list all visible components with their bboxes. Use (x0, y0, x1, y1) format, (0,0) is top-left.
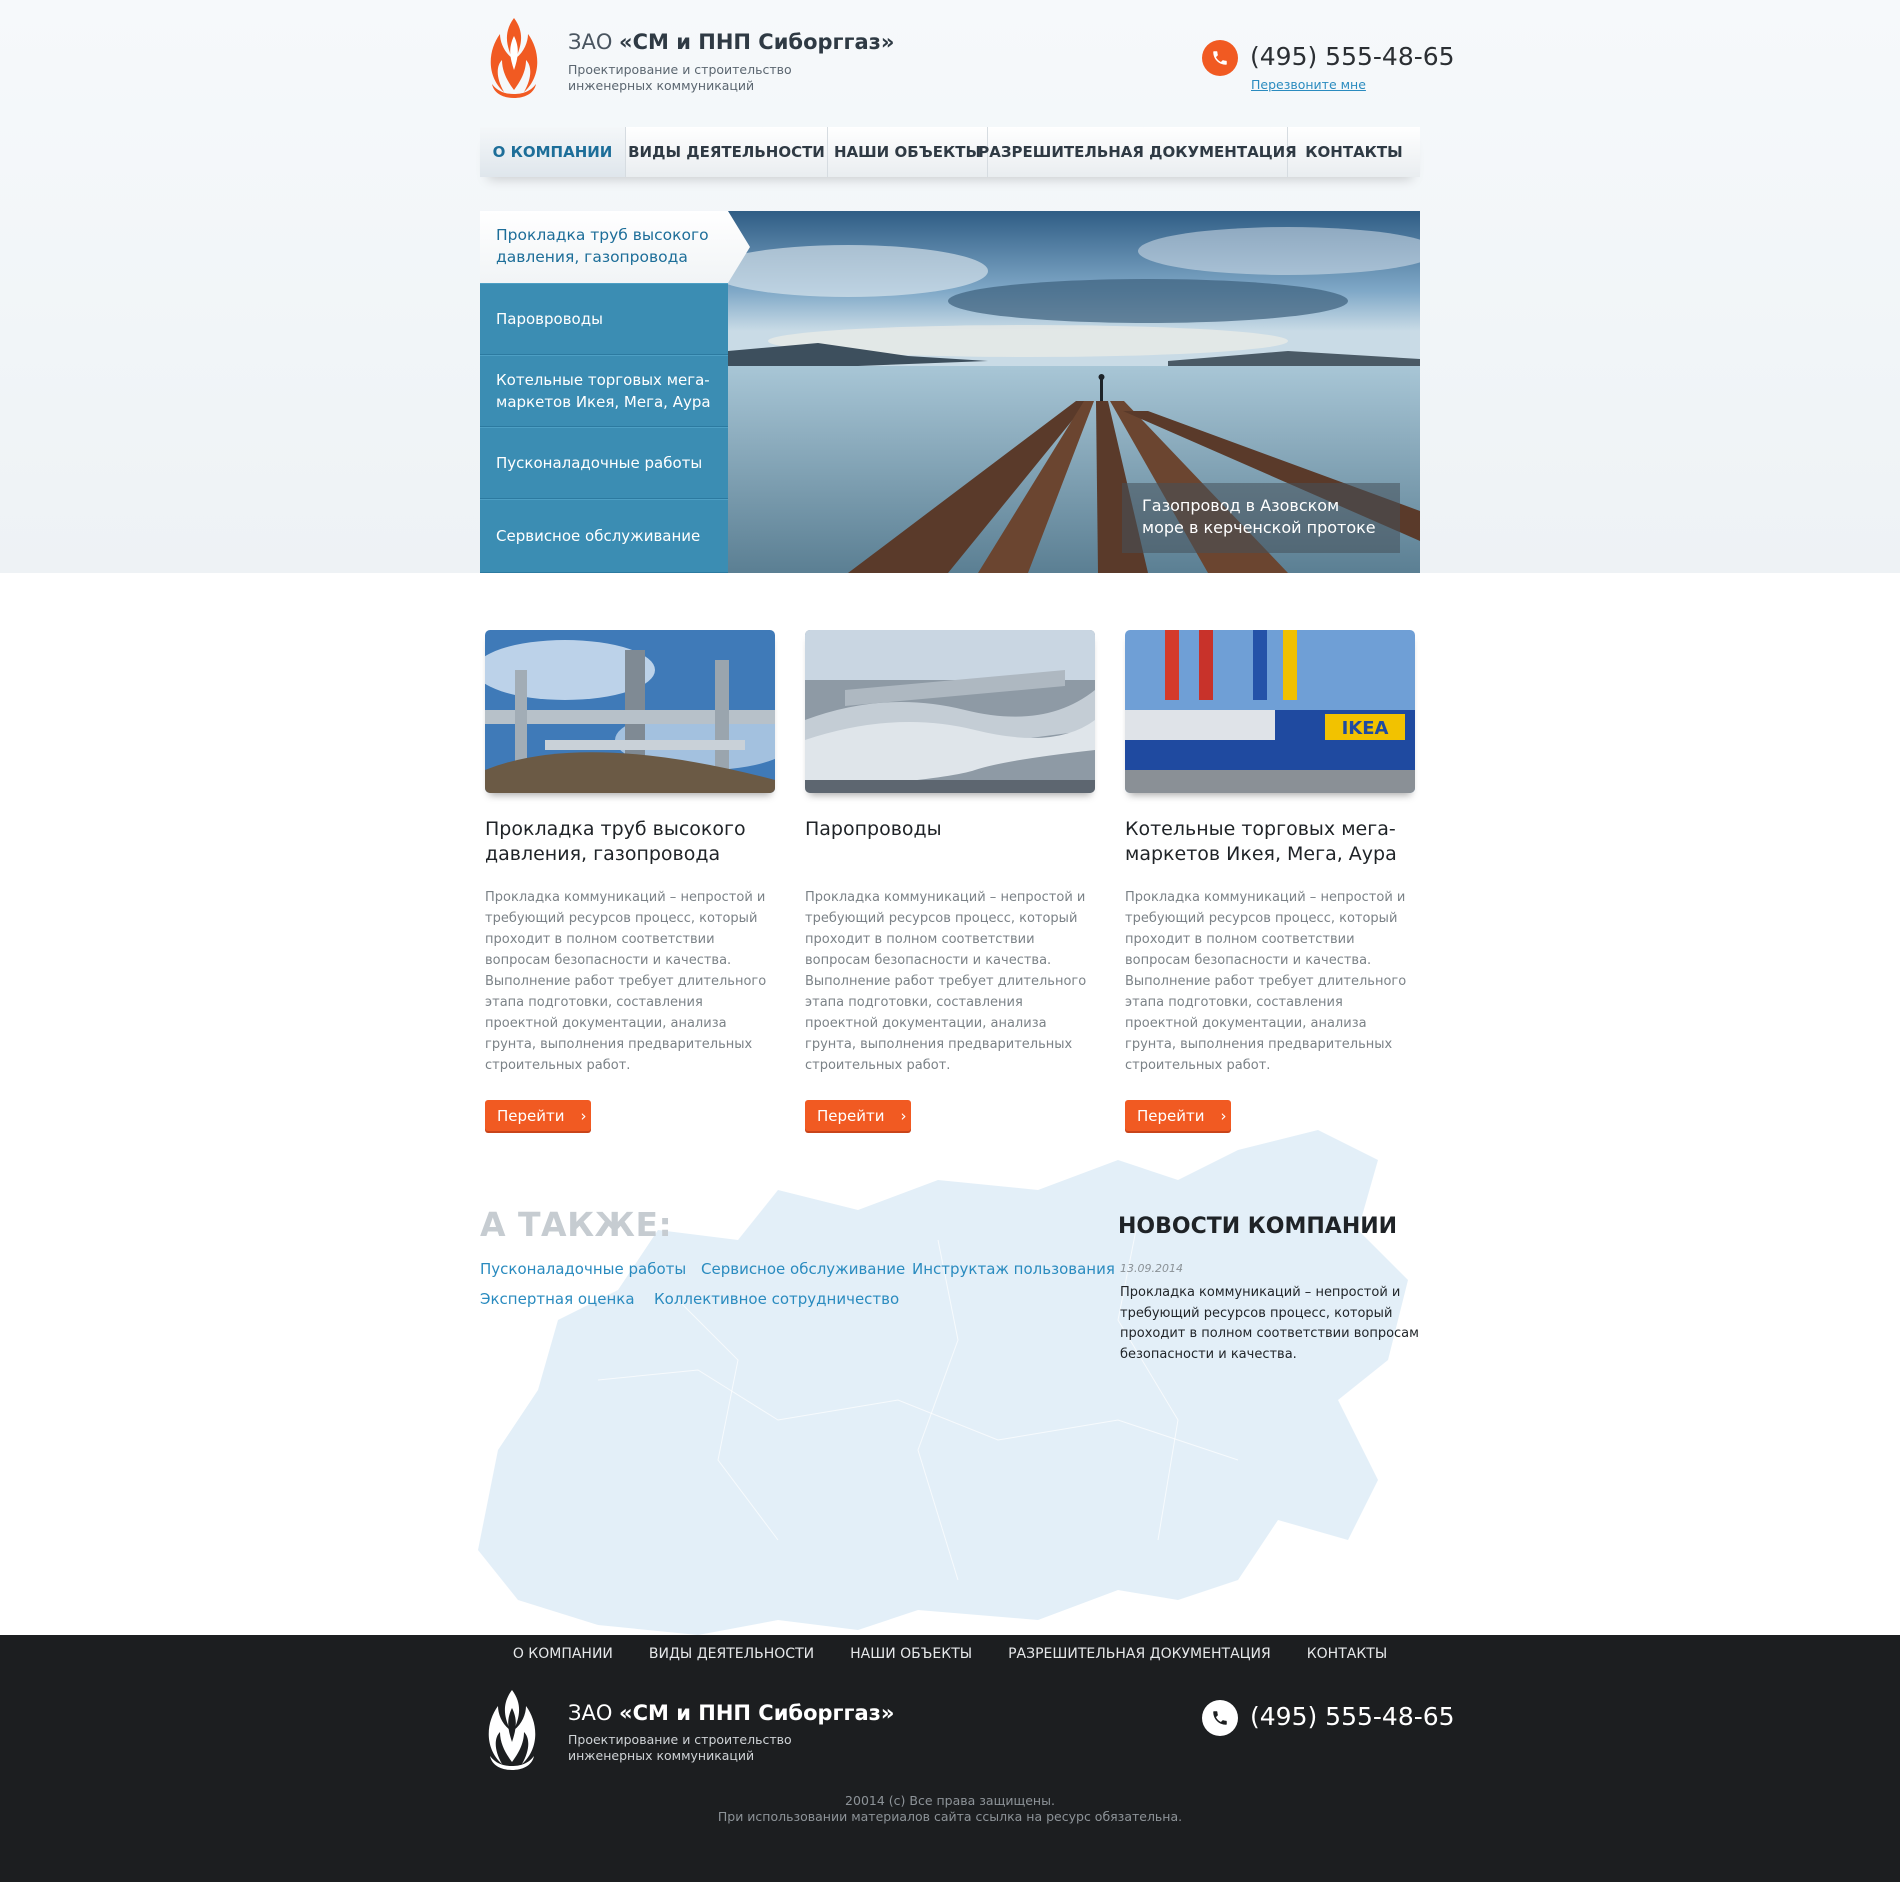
footer-nav-documents[interactable]: РАЗРЕШИТЕЛЬНАЯ ДОКУМЕНТАЦИЯ (1008, 1646, 1271, 1662)
card-text: Прокладка коммуникаций – непростой и тре… (1125, 890, 1407, 1073)
footer-company-subtitle: Проектирование и строительство инженерны… (568, 1732, 792, 1763)
flame-logo-icon[interactable] (480, 14, 548, 100)
nav-item-objects[interactable]: НАШИ ОБЪЕКТЫ (828, 127, 988, 177)
slide-menu-item-service[interactable]: Сервисное обслуживание (480, 499, 728, 573)
main-navigation: О КОМПАНИИ ВИДЫ ДЕЯТЕЛЬНОСТИ НАШИ ОБЪЕКТ… (480, 127, 1420, 177)
company-subtitle: Проектирование и строительство инженерны… (568, 62, 792, 93)
phone-icon (1202, 1700, 1238, 1736)
russia-map-background (478, 1130, 1408, 1635)
nav-item-contacts[interactable]: КОНТАКТЫ (1288, 127, 1420, 177)
also-section-title: А ТАКЖЕ: (480, 1205, 673, 1244)
card-text: Прокладка коммуникаций – непростой и тре… (485, 890, 767, 1073)
footer-company-title: «СМ и ПНП Сиборггаз» (619, 1701, 895, 1725)
news-text[interactable]: Прокладка коммуникаций – непростой и тре… (1120, 1283, 1424, 1365)
service-card: Паропроводы Прокладка коммуникаций – неп… (805, 630, 1095, 1131)
company-name: ЗАО «СМ и ПНП Сиборггаз» (568, 30, 894, 54)
also-link-expertise[interactable]: Экспертная оценка (480, 1290, 635, 1308)
hero-slider: Прокладка труб высокого давления, газопр… (480, 211, 1420, 573)
footer-nav-objects[interactable]: НАШИ ОБЪЕКТЫ (850, 1646, 972, 1662)
card-image-ikea-store[interactable]: IKEA (1125, 630, 1415, 793)
copyright-text: 20014 (c) Все права защищены. (845, 1793, 1055, 1808)
also-link-cooperation[interactable]: Коллективное сотрудничество (654, 1290, 899, 1308)
footer-nav-activities[interactable]: ВИДЫ ДЕЯТЕЛЬНОСТИ (649, 1646, 814, 1662)
card-image-refinery[interactable] (485, 630, 775, 793)
slide-caption: Газопровод в Азовском море в керченской … (1122, 483, 1400, 553)
also-link-service[interactable]: Сервисное обслуживание (701, 1260, 905, 1278)
phone-icon (1202, 40, 1238, 76)
footer-phone-number[interactable]: (495) 555-48-65 (1250, 1702, 1455, 1731)
footer-nav-contacts[interactable]: КОНТАКТЫ (1307, 1646, 1387, 1662)
also-link-instruction[interactable]: Инструктаж пользования (912, 1260, 1115, 1278)
flame-logo-icon[interactable] (478, 1686, 546, 1772)
footer-company-prefix: ЗАО (568, 1701, 613, 1725)
slide-menu-item-commissioning[interactable]: Пусконаладочные работы (480, 427, 728, 499)
copyright-notice: При использовании материалов сайта ссылк… (717, 1809, 1183, 1824)
footer-navigation: О КОМПАНИИ ВИДЫ ДЕЯТЕЛЬНОСТИ НАШИ ОБЪЕКТ… (0, 1646, 1900, 1662)
header-phone-number[interactable]: (495) 555-48-65 (1250, 42, 1455, 71)
news-date: 13.09.2014 (1120, 1262, 1183, 1275)
card-image-steam-pipes[interactable] (805, 630, 1095, 793)
footer (0, 1635, 1900, 1882)
header: ЗАО «СМ и ПНП Сиборггаз» Проектирование … (480, 0, 1455, 128)
card-text: Прокладка коммуникаций – непростой и тре… (805, 890, 1087, 1073)
also-link-commissioning[interactable]: Пусконаладочные работы (480, 1260, 686, 1278)
slide-menu-item-active[interactable]: Прокладка труб высокого давления, газопр… (480, 211, 750, 283)
ikea-sign: IKEA (1342, 718, 1389, 739)
footer-copyright: 20014 (c) Все права защищены. При исполь… (0, 1793, 1900, 1825)
footer-company-name: ЗАО «СМ и ПНП Сиборггаз» (568, 1701, 894, 1725)
company-title: «СМ и ПНП Сиборггаз» (619, 30, 895, 54)
footer-nav-about[interactable]: О КОМПАНИИ (513, 1646, 613, 1662)
card-title: Паропроводы (805, 818, 942, 840)
company-prefix: ЗАО (568, 30, 613, 54)
callback-link[interactable]: Перезвоните мне (1251, 77, 1366, 92)
slide-menu-item-boilers[interactable]: Котельные торговых мега-маркетов Икея, М… (480, 355, 728, 427)
slide-menu-item-steam[interactable]: Паровроводы (480, 283, 728, 355)
card-title: Котельные торговых мега-маркетов Икея, М… (1125, 818, 1397, 865)
service-card: IKEA Котельные торговых мега-маркетов Ик… (1125, 630, 1415, 1131)
news-section-title: НОВОСТИ КОМПАНИИ (1118, 1214, 1398, 1239)
nav-item-activities[interactable]: ВИДЫ ДЕЯТЕЛЬНОСТИ (626, 127, 828, 177)
card-title: Прокладка труб высокого давления, газопр… (485, 818, 746, 865)
service-card: Прокладка труб высокого давления, газопр… (485, 630, 775, 1131)
nav-item-about[interactable]: О КОМПАНИИ (480, 127, 626, 177)
nav-item-documents[interactable]: РАЗРЕШИТЕЛЬНАЯ ДОКУМЕНТАЦИЯ (978, 127, 1297, 177)
